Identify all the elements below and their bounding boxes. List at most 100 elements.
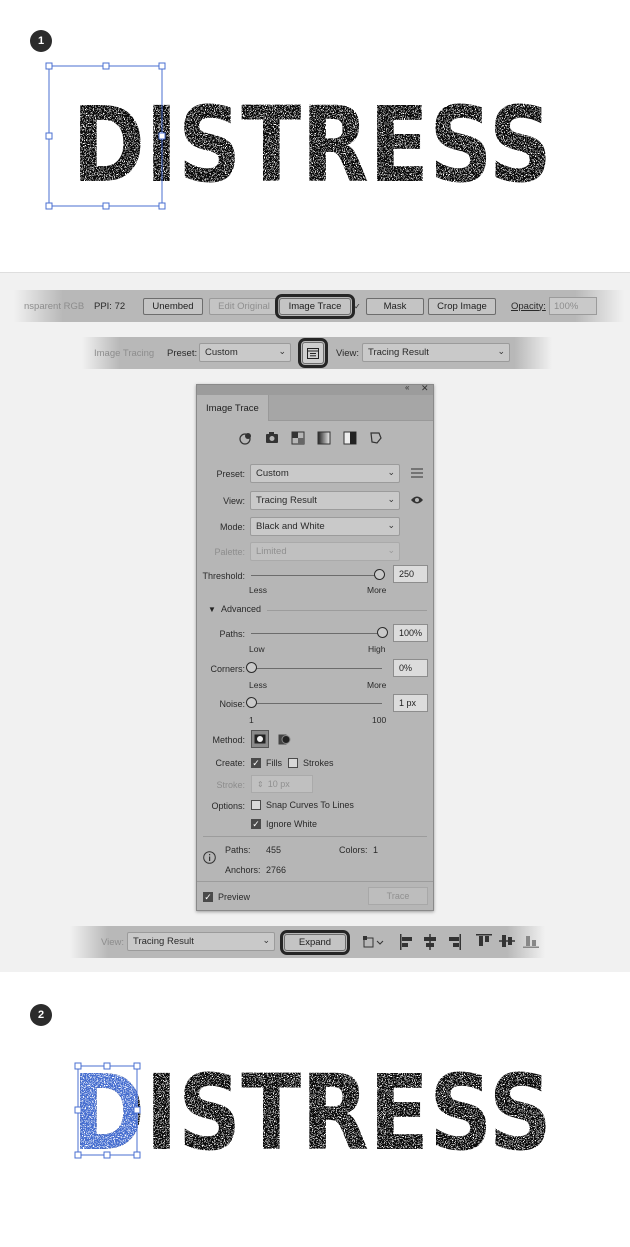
align-right-icon[interactable] [447,934,461,950]
control-bar-embedded-image: nsparent RGB PPI: 72 Unembed Edit Origin… [14,290,624,322]
panel-titlebar[interactable]: « ✕ [197,383,433,395]
collapse-icon[interactable]: « [405,383,409,392]
fills-checkbox[interactable]: ✓ [251,758,261,768]
tab-image-trace[interactable]: Image Trace [197,395,269,421]
mode-dropdown[interactable]: Black and White ⌄ [250,517,400,536]
noise-input[interactable]: 1 px [393,694,428,712]
preset-value: Custom [205,347,238,358]
stroke-input[interactable]: ⇕ 10 px [251,775,313,793]
corners-slider-track[interactable] [251,668,382,669]
align-horizontal-center-icon[interactable] [423,934,437,950]
step-1-canvas: 1 DISTRESS [0,0,630,273]
colors-stat-value: 1 [373,845,379,855]
image-trace-dropdown-arrow[interactable]: ✓ [354,290,361,322]
anchors-stat-label: Anchors: [225,865,261,875]
corners-max-label: More [367,680,387,690]
paths-slider-track[interactable] [251,633,382,634]
paths-input[interactable]: 100% [393,624,428,642]
snap-curves-checkbox[interactable] [251,800,261,810]
chevron-down-icon: ⌄ [387,520,395,530]
paths-label: Paths: [219,629,245,639]
method-label: Method: [212,735,245,745]
preset-dropdown[interactable]: Custom ⌄ [199,343,291,362]
low-color-icon[interactable] [291,431,305,445]
align-bottom-icon[interactable] [523,934,539,948]
transform-each-icon[interactable] [362,935,384,949]
panel-icon [307,347,319,359]
corners-label: Corners: [210,664,245,674]
paths-min-label: Low [249,644,265,654]
corners-input[interactable]: 0% [393,659,428,677]
mode-value: Black and White [256,521,325,532]
panel-preset-dropdown[interactable]: Custom ⌄ [250,464,400,483]
unembed-button[interactable]: Unembed [143,298,203,315]
threshold-input[interactable]: 250 [393,565,428,583]
mode-label: Mode: [219,522,245,532]
align-top-icon[interactable] [476,934,492,948]
crop-image-button[interactable]: Crop Image [428,298,496,315]
corners-slider-knob[interactable] [245,662,257,673]
trace-button[interactable]: Trace [368,887,428,905]
image-tracing-label: Image Tracing [94,347,155,359]
preset-menu-icon[interactable] [411,468,423,478]
paths-max-label: High [368,644,386,654]
tracing-view-value: Tracing Result [133,936,194,947]
advanced-label[interactable]: Advanced [221,604,261,614]
mask-button[interactable]: Mask [366,298,424,315]
preset-label: Preset: [167,347,198,359]
grayscale-icon[interactable] [317,431,331,445]
black-and-white-icon[interactable] [343,431,357,445]
panel-view-value: Tracing Result [256,495,317,506]
paths-stat-value: 455 [266,845,282,855]
align-vertical-center-icon[interactable] [499,934,515,948]
chevron-down-icon: ⌄ [278,346,286,356]
chevron-down-icon: ⌄ [387,467,395,477]
preset-label: Preset: [216,469,245,479]
view-label: View: [336,347,360,359]
view-value: Tracing Result [368,347,429,358]
image-trace-button[interactable]: Image Trace [275,294,355,319]
noise-label: Noise: [219,699,245,709]
corners-min-label: Less [249,680,267,690]
palette-dropdown[interactable]: Limited ⌄ [250,542,400,561]
distress-art-text: DISTRESS [72,84,552,206]
snap-curves-label: Snap Curves To Lines [266,800,354,810]
distress-artwork[interactable]: DISTRESS [0,0,630,273]
strokes-checkbox[interactable] [288,758,298,768]
traced-distress-artwork[interactable]: DISTRESS DISTRESS [0,972,630,1247]
chevron-down-icon: ⌄ [387,494,395,504]
noise-slider-track[interactable] [251,703,382,704]
control-bar-tracing-result: View: Tracing Result ⌄ Expand [70,926,545,958]
eye-icon[interactable] [410,495,424,505]
noise-slider-knob[interactable] [245,697,257,708]
noise-max-label: 100 [372,715,387,725]
paths-slider-knob[interactable] [376,627,388,638]
image-trace-panel: « ✕ Image Trace Preset: Custom ⌄ View: T… [196,383,434,911]
close-icon[interactable]: ✕ [421,383,429,394]
stroke-stepper-icon[interactable]: ⇕ [257,780,264,789]
opacity-input[interactable]: 100% [549,297,597,315]
image-trace-panel-button[interactable] [298,338,328,368]
overlapping-method-button[interactable] [275,730,293,748]
advanced-triangle-icon[interactable]: ▼ [208,605,216,614]
threshold-label: Threshold: [202,571,245,581]
high-color-icon[interactable] [265,431,279,445]
tracing-view-dropdown[interactable]: Tracing Result ⌄ [127,932,275,951]
chevron-down-icon: ⌄ [387,545,395,555]
auto-color-icon[interactable] [239,431,253,445]
panel-view-dropdown[interactable]: Tracing Result ⌄ [250,491,400,510]
threshold-slider-track[interactable] [251,575,379,576]
edit-original-button[interactable]: Edit Original [209,298,279,315]
stats-divider [203,836,427,837]
abutting-method-button[interactable] [251,730,269,748]
outline-icon[interactable] [369,431,383,445]
threshold-slider-knob[interactable] [373,569,385,580]
control-bar-image-tracing: Image Tracing Preset: Custom ⌄ View: Tra… [82,337,552,369]
expand-button[interactable]: Expand [280,930,350,955]
view-dropdown[interactable]: Tracing Result ⌄ [362,343,510,362]
align-left-icon[interactable] [400,934,414,950]
ignore-white-checkbox[interactable]: ✓ [251,819,261,829]
palette-value: Limited [256,546,287,557]
preview-checkbox[interactable]: ✓ [203,892,213,902]
stroke-label: Stroke: [216,780,245,790]
